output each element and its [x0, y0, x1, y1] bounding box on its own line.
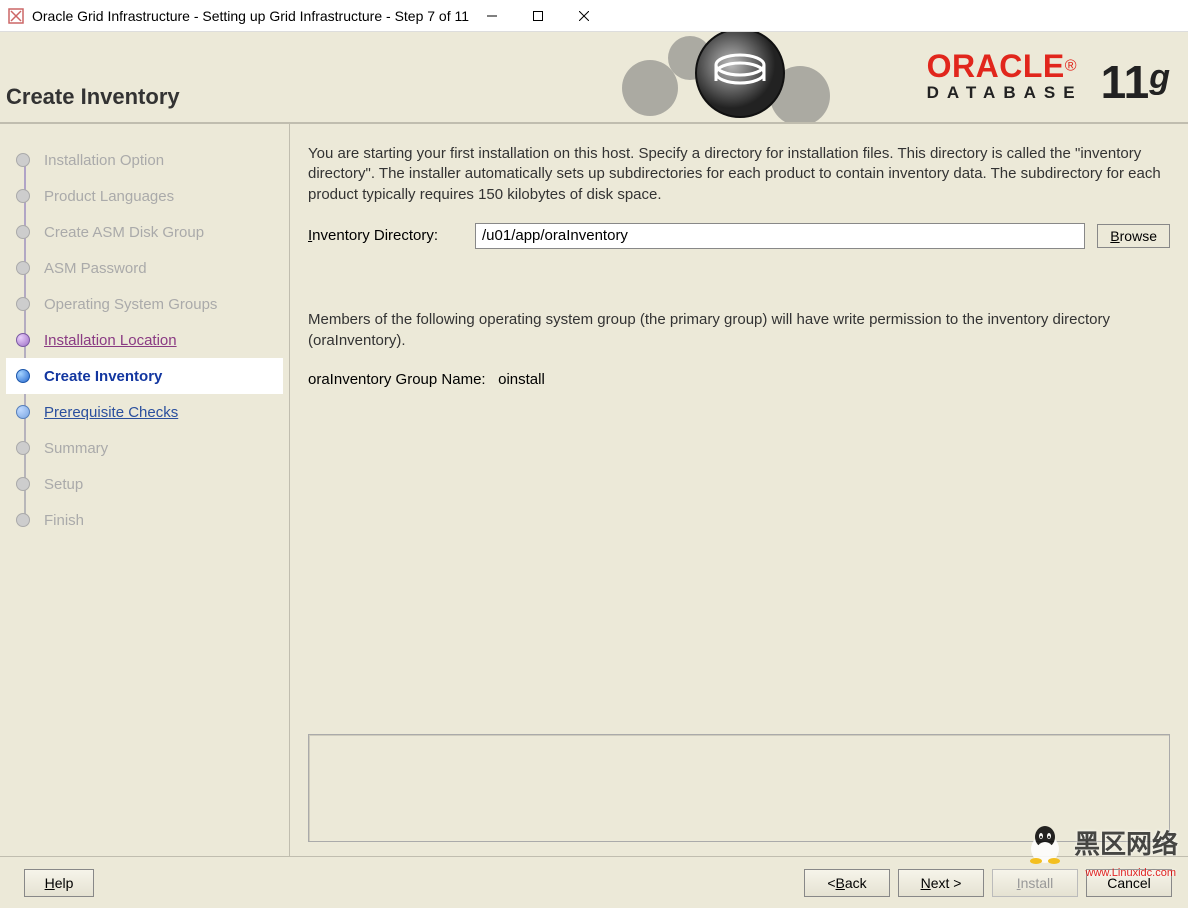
inventory-directory-label: Inventory Directory: [308, 227, 463, 244]
step-bullet-icon [16, 153, 30, 167]
step-bullet-icon [16, 297, 30, 311]
step-label: Prerequisite Checks [44, 404, 178, 421]
step-label: Create Inventory [44, 368, 162, 385]
step-bullet-icon [16, 477, 30, 491]
step-bullet-icon [16, 441, 30, 455]
group-permission-text: Members of the following operating syste… [308, 309, 1170, 351]
wizard-step-operating-system-groups: Operating System Groups [6, 286, 283, 322]
group-value: oinstall [498, 371, 545, 388]
app-icon [8, 8, 24, 24]
step-label: Setup [44, 476, 83, 493]
page-title: Create Inventory [6, 84, 180, 110]
wizard-step-prerequisite-checks[interactable]: Prerequisite Checks [6, 394, 283, 430]
minimize-button[interactable] [469, 1, 515, 31]
step-label: Product Languages [44, 188, 174, 205]
wizard-step-summary: Summary [6, 430, 283, 466]
logo-brand: ORACLE [927, 48, 1065, 85]
oracle-logo: ORACLE® DATABASE 11g [927, 48, 1170, 103]
wizard-footer: Help < Back Next > Install Cancel [0, 856, 1188, 908]
step-bullet-icon [16, 189, 30, 203]
back-button[interactable]: < Back [804, 869, 890, 897]
wizard-header: Create Inventory ORACLE® DATABASE 11g [0, 32, 1188, 124]
window-controls [469, 1, 607, 31]
logo-version: 11g [1101, 62, 1170, 103]
wizard-step-finish: Finish [6, 502, 283, 538]
window-titlebar: Oracle Grid Infrastructure - Setting up … [0, 0, 1188, 32]
logo-product: DATABASE [927, 83, 1083, 103]
intro-text: You are starting your first installation… [308, 144, 1170, 205]
step-bullet-icon [16, 333, 30, 347]
maximize-button[interactable] [515, 1, 561, 31]
wizard-step-installation-location[interactable]: Installation Location [6, 322, 283, 358]
wizard-content: You are starting your first installation… [290, 124, 1188, 856]
step-bullet-icon [16, 405, 30, 419]
next-button[interactable]: Next > [898, 869, 984, 897]
wizard-step-product-languages: Product Languages [6, 178, 283, 214]
install-button[interactable]: Install [992, 869, 1078, 897]
help-button[interactable]: Help [24, 869, 94, 897]
wizard-step-installation-option: Installation Option [6, 142, 283, 178]
wizard-step-create-inventory: Create Inventory [6, 358, 283, 394]
step-label: Finish [44, 512, 84, 529]
step-label: Operating System Groups [44, 296, 217, 313]
inventory-directory-input[interactable] [475, 223, 1085, 249]
browse-button[interactable]: Browse [1097, 224, 1170, 248]
cancel-button[interactable]: Cancel [1086, 869, 1172, 897]
group-label: oraInventory Group Name: [308, 371, 486, 388]
step-label: Installation Option [44, 152, 164, 169]
step-label: Create ASM Disk Group [44, 224, 204, 241]
step-bullet-icon [16, 513, 30, 527]
step-label: ASM Password [44, 260, 147, 277]
step-bullet-icon [16, 369, 30, 383]
step-bullet-icon [16, 261, 30, 275]
wizard-step-setup: Setup [6, 466, 283, 502]
window-title: Oracle Grid Infrastructure - Setting up … [32, 8, 469, 24]
gear-art-icon [620, 32, 850, 124]
step-label: Installation Location [44, 332, 177, 349]
step-bullet-icon [16, 225, 30, 239]
wizard-step-asm-password: ASM Password [6, 250, 283, 286]
orainventory-group-row: oraInventory Group Name: oinstall [308, 371, 1170, 388]
message-area [308, 734, 1170, 842]
step-label: Summary [44, 440, 108, 457]
close-button[interactable] [561, 1, 607, 31]
wizard-sidebar: Installation Option Product Languages Crea… [0, 124, 290, 856]
wizard-step-create-asm-disk-group: Create ASM Disk Group [6, 214, 283, 250]
inventory-directory-row: Inventory Directory: Browse [308, 223, 1170, 249]
